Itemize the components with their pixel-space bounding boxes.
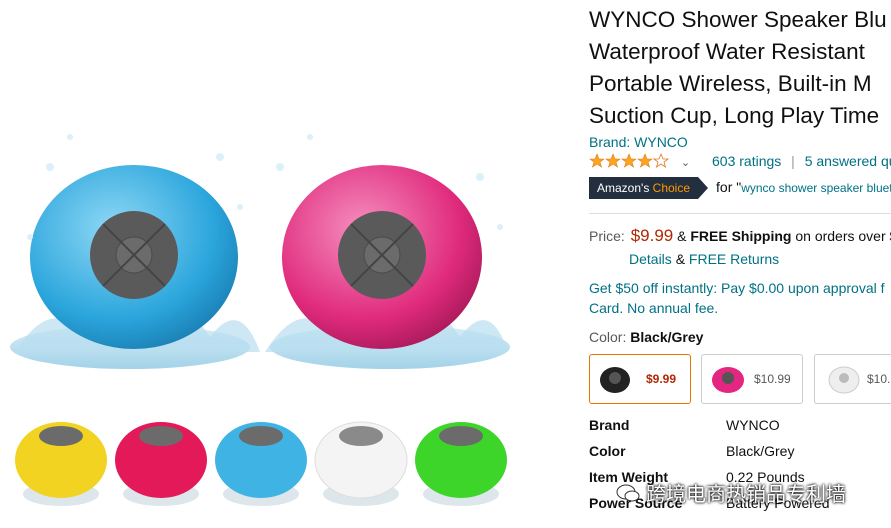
color-swatch-white[interactable]: $10. xyxy=(814,354,891,404)
swatch-price: $10. xyxy=(867,372,891,386)
credit-card-promo[interactable]: Get $50 off instantly: Pay $0.00 upon ap… xyxy=(589,278,891,318)
choice-query-link[interactable]: wynco shower speaker bluet xyxy=(741,181,891,195)
thumbnail-yellow[interactable] xyxy=(13,414,109,510)
thumbnail-row xyxy=(13,414,507,510)
title-line: Portable Wireless, Built-in M xyxy=(589,71,872,96)
choice-for-label: for " xyxy=(716,179,742,195)
spec-label: Brand xyxy=(589,417,630,433)
speaker-thumbnail-icon xyxy=(415,422,507,506)
speaker-swatch-icon xyxy=(600,367,630,393)
price-value: $9.99 xyxy=(630,226,674,245)
speaker-thumbnail-icon xyxy=(314,421,408,506)
amazons-choice-badge: Amazon's Choice xyxy=(589,177,709,199)
amazons-choice-row: Amazon's Choice for "wynco shower speaker… xyxy=(589,177,891,199)
price-row: Price: $9.99 & FREE Shipping on orders o… xyxy=(589,226,891,246)
swatch-price: $10.99 xyxy=(754,372,791,386)
color-label: Color: xyxy=(589,329,627,345)
separator: | xyxy=(791,153,795,170)
chevron-down-icon[interactable]: ⌄ xyxy=(681,157,690,169)
swatch-price: $9.99 xyxy=(646,372,677,386)
divider xyxy=(589,213,891,214)
watermark: 跨境电商热销品专利墙 xyxy=(616,478,846,506)
color-selector-label: Color: Black/Grey xyxy=(589,329,703,345)
spec-label: Color xyxy=(589,443,626,459)
promo-line: Get $50 off instantly: Pay $0.00 upon ap… xyxy=(589,280,885,296)
star-rating-icon[interactable] xyxy=(589,152,671,172)
details-link[interactable]: Details xyxy=(629,251,672,267)
speaker-thumbnail-icon xyxy=(115,422,207,506)
amp: & xyxy=(675,251,686,267)
thumbnail-white[interactable] xyxy=(313,414,409,510)
ratings-row: ⌄ 603 ratings | 5 answered qu xyxy=(589,152,891,173)
title-line: Suction Cup, Long Play Time xyxy=(589,103,880,128)
shipping-rest: on orders over $ xyxy=(795,228,891,244)
promo-line: Card. No annual fee. xyxy=(589,300,719,316)
watermark-text: 跨境电商热销品专利墙 xyxy=(646,484,846,506)
speaker-swatch-icon xyxy=(828,366,860,394)
color-swatch-black[interactable]: $9.99 xyxy=(589,354,691,404)
badge-prefix: Amazon's xyxy=(597,181,653,195)
answered-questions-link[interactable]: 5 answered qu xyxy=(805,153,891,169)
brand-link[interactable]: Brand: WYNCO xyxy=(589,134,688,150)
speaker-thumbnail-icon xyxy=(15,422,107,506)
speaker-photo xyxy=(10,134,510,369)
color-value: Black/Grey xyxy=(630,329,704,345)
spec-value: WYNCO xyxy=(726,417,780,433)
wechat-icon xyxy=(616,483,640,509)
free-returns-link[interactable]: FREE Returns xyxy=(689,251,779,267)
amp: & xyxy=(677,228,687,244)
speaker-swatch-icon xyxy=(712,367,744,393)
main-product-image[interactable] xyxy=(10,97,510,379)
speaker-thumbnail-icon xyxy=(215,422,307,506)
thumbnail-red[interactable] xyxy=(113,414,209,510)
title-line: WYNCO Shower Speaker Blu xyxy=(589,7,887,32)
thumbnail-blue[interactable] xyxy=(213,414,309,510)
ratings-count-link[interactable]: 603 ratings xyxy=(712,153,781,169)
price-label: Price: xyxy=(589,228,625,244)
title-line: Waterproof Water Resistant xyxy=(589,39,865,64)
color-swatch-pink[interactable]: $10.99 xyxy=(701,354,803,404)
shipping-details-row: Details & FREE Returns xyxy=(629,251,779,267)
free-shipping: FREE Shipping xyxy=(690,228,792,244)
spec-value: Black/Grey xyxy=(726,443,795,459)
thumbnail-green[interactable] xyxy=(413,414,509,510)
badge-highlight: Choice xyxy=(652,181,691,195)
product-title: WYNCO Shower Speaker Blu Waterproof Wate… xyxy=(589,4,891,132)
